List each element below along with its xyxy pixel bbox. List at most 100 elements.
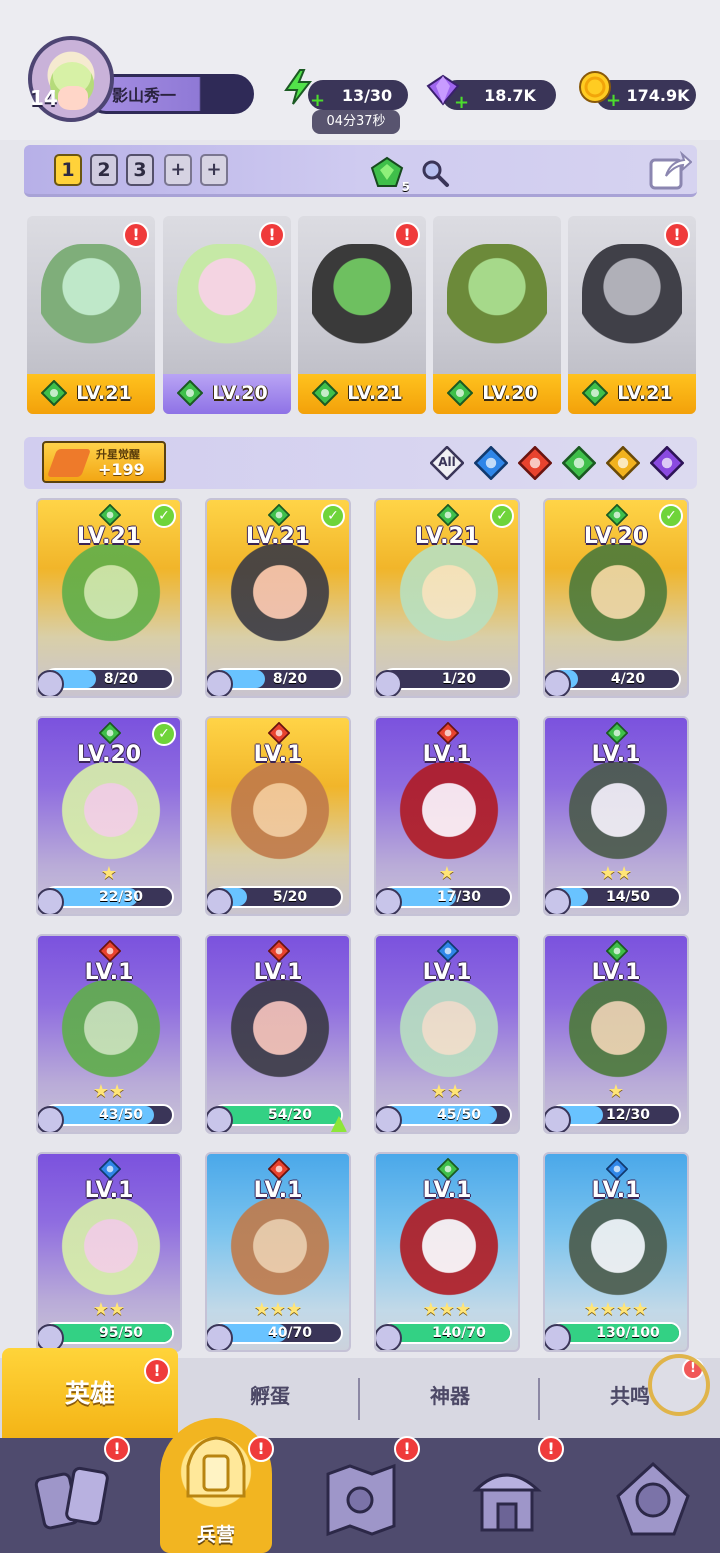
shard-count: 40/70 [267, 1325, 313, 1341]
team-tab-3[interactable]: 3 [126, 154, 154, 186]
team-member-alert: ! [259, 222, 285, 248]
hero-card[interactable]: LV.20 ✓ ★ 22/30 [36, 716, 182, 916]
fire-element-icon[interactable] [517, 445, 553, 481]
nature-gem-icon[interactable]: 5 [370, 156, 410, 194]
hero-portrait [41, 244, 141, 366]
water-element-icon[interactable] [473, 445, 509, 481]
hero-level: LV.1 [84, 1178, 134, 1203]
check-icon: ✓ [321, 504, 345, 528]
hero-portrait [229, 544, 331, 664]
awaken-button[interactable]: 升星觉醒 +199 [42, 441, 166, 483]
magnify-icon[interactable] [420, 158, 450, 188]
hero-card[interactable]: LV.1 ★★ 95/50 [36, 1152, 182, 1352]
hero-level: LV.1 [422, 1178, 472, 1203]
team-member-level: LV.21 [76, 382, 132, 404]
shard-icon [545, 1106, 571, 1132]
nav-shrine-icon[interactable] [462, 1456, 552, 1540]
hero-level: LV.21 [245, 524, 311, 549]
hero-stars: ★★ [430, 1081, 464, 1102]
team-member-card[interactable]: LV.20 [433, 216, 561, 414]
tab-artifact[interactable]: 神器 [360, 1372, 540, 1420]
hero-level: LV.1 [84, 960, 134, 985]
shard-icon [207, 888, 233, 914]
upgrade-arrow-icon[interactable]: ▲ [327, 1112, 349, 1133]
shard-icon [376, 670, 402, 696]
water-element-icon [605, 1157, 629, 1181]
shard-icon [376, 888, 402, 914]
resonance-ring-icon[interactable] [648, 1354, 710, 1416]
share-icon[interactable] [648, 150, 693, 190]
shard-icon [207, 670, 233, 696]
filter-all-label: All [438, 455, 456, 469]
hero-card[interactable]: LV.1 ★★ 43/50 [36, 934, 182, 1134]
nature-element-icon[interactable] [561, 445, 597, 481]
hero-card[interactable]: LV.1 ★★★ 140/70 [374, 1152, 520, 1352]
hero-portrait [60, 544, 162, 664]
fire-element-icon [267, 1157, 291, 1181]
coin-icon: + [576, 68, 621, 110]
hero-level: LV.1 [253, 1178, 303, 1203]
hero-card[interactable]: LV.1 ★ 17/30 [374, 716, 520, 916]
hero-card[interactable]: LV.1 5/20 [205, 716, 351, 916]
fire-element-icon [267, 721, 291, 745]
nature-element-icon [98, 721, 122, 745]
shard-count: 140/70 [432, 1325, 486, 1341]
shard-count: 4/20 [610, 671, 646, 687]
hero-level: LV.21 [414, 524, 480, 549]
shard-count: 1/20 [441, 671, 477, 687]
nav-barracks-label: 兵营 [196, 1524, 235, 1546]
team-tab-1[interactable]: 1 [54, 154, 82, 186]
dark-element-icon[interactable] [649, 445, 685, 481]
shard-count: 17/30 [436, 889, 482, 905]
nature-element-icon [98, 503, 122, 527]
hero-level: LV.1 [591, 742, 641, 767]
team-tab-add-1[interactable]: + [164, 154, 192, 186]
nav-map-alert: ! [394, 1436, 420, 1462]
shard-icon [376, 1324, 402, 1350]
all-filter-icon[interactable]: All [429, 445, 465, 481]
shard-count: 8/20 [103, 671, 139, 687]
hero-card[interactable]: LV.1 ★★ 14/50 [543, 716, 689, 916]
hero-level: LV.21 [76, 524, 142, 549]
hero-card[interactable]: LV.1 ★★★★ 130/100 [543, 1152, 689, 1352]
hero-card[interactable]: LV.1 ★ 12/30 [543, 934, 689, 1134]
nav-barracks-alert: ! [248, 1436, 274, 1462]
team-member-level: LV.20 [482, 382, 538, 404]
shard-icon [38, 670, 64, 696]
energy-value: 13/30 [341, 85, 393, 105]
shard-count: 5/20 [272, 889, 308, 905]
fire-element-icon [98, 939, 122, 963]
fire-element-icon [267, 939, 291, 963]
awaken-value: +199 [98, 460, 145, 479]
team-member-level: LV.21 [347, 382, 403, 404]
hero-portrait [447, 244, 547, 366]
light-element-icon[interactable] [605, 445, 641, 481]
shard-count: 130/100 [596, 1325, 660, 1341]
hero-level: LV.1 [591, 1178, 641, 1203]
shard-icon [545, 670, 571, 696]
nav-creature-icon[interactable] [608, 1456, 698, 1540]
check-icon: ✓ [152, 504, 176, 528]
team-tab-2[interactable]: 2 [90, 154, 118, 186]
nav-cards-icon[interactable] [30, 1456, 120, 1540]
energy-timer: 04分37秒 [312, 110, 400, 134]
hero-card[interactable]: LV.21 ✓ 1/20 [374, 498, 520, 698]
check-icon: ✓ [152, 722, 176, 746]
shard-icon [376, 1106, 402, 1132]
tab-hatch[interactable]: 孵蛋 [180, 1372, 360, 1420]
hero-card[interactable]: LV.1 ★★★ 40/70 [205, 1152, 351, 1352]
shard-icon [38, 888, 64, 914]
hero-card[interactable]: LV.21 ✓ 8/20 [36, 498, 182, 698]
hero-card[interactable]: LV.1 ★★ 45/50 [374, 934, 520, 1134]
nav-map-icon[interactable] [316, 1456, 406, 1540]
gem-icon: + [424, 70, 469, 112]
team-tab-add-2[interactable]: + [200, 154, 228, 186]
hero-card[interactable]: LV.21 ✓ 8/20 [205, 498, 351, 698]
shard-icon [545, 888, 571, 914]
hero-card[interactable]: LV.1 54/20 ▲ [205, 934, 351, 1134]
hero-portrait [312, 244, 412, 366]
nature-element-icon [267, 503, 291, 527]
shard-count: 14/50 [605, 889, 651, 905]
hero-portrait [229, 980, 331, 1100]
hero-card[interactable]: LV.20 ✓ 4/20 [543, 498, 689, 698]
